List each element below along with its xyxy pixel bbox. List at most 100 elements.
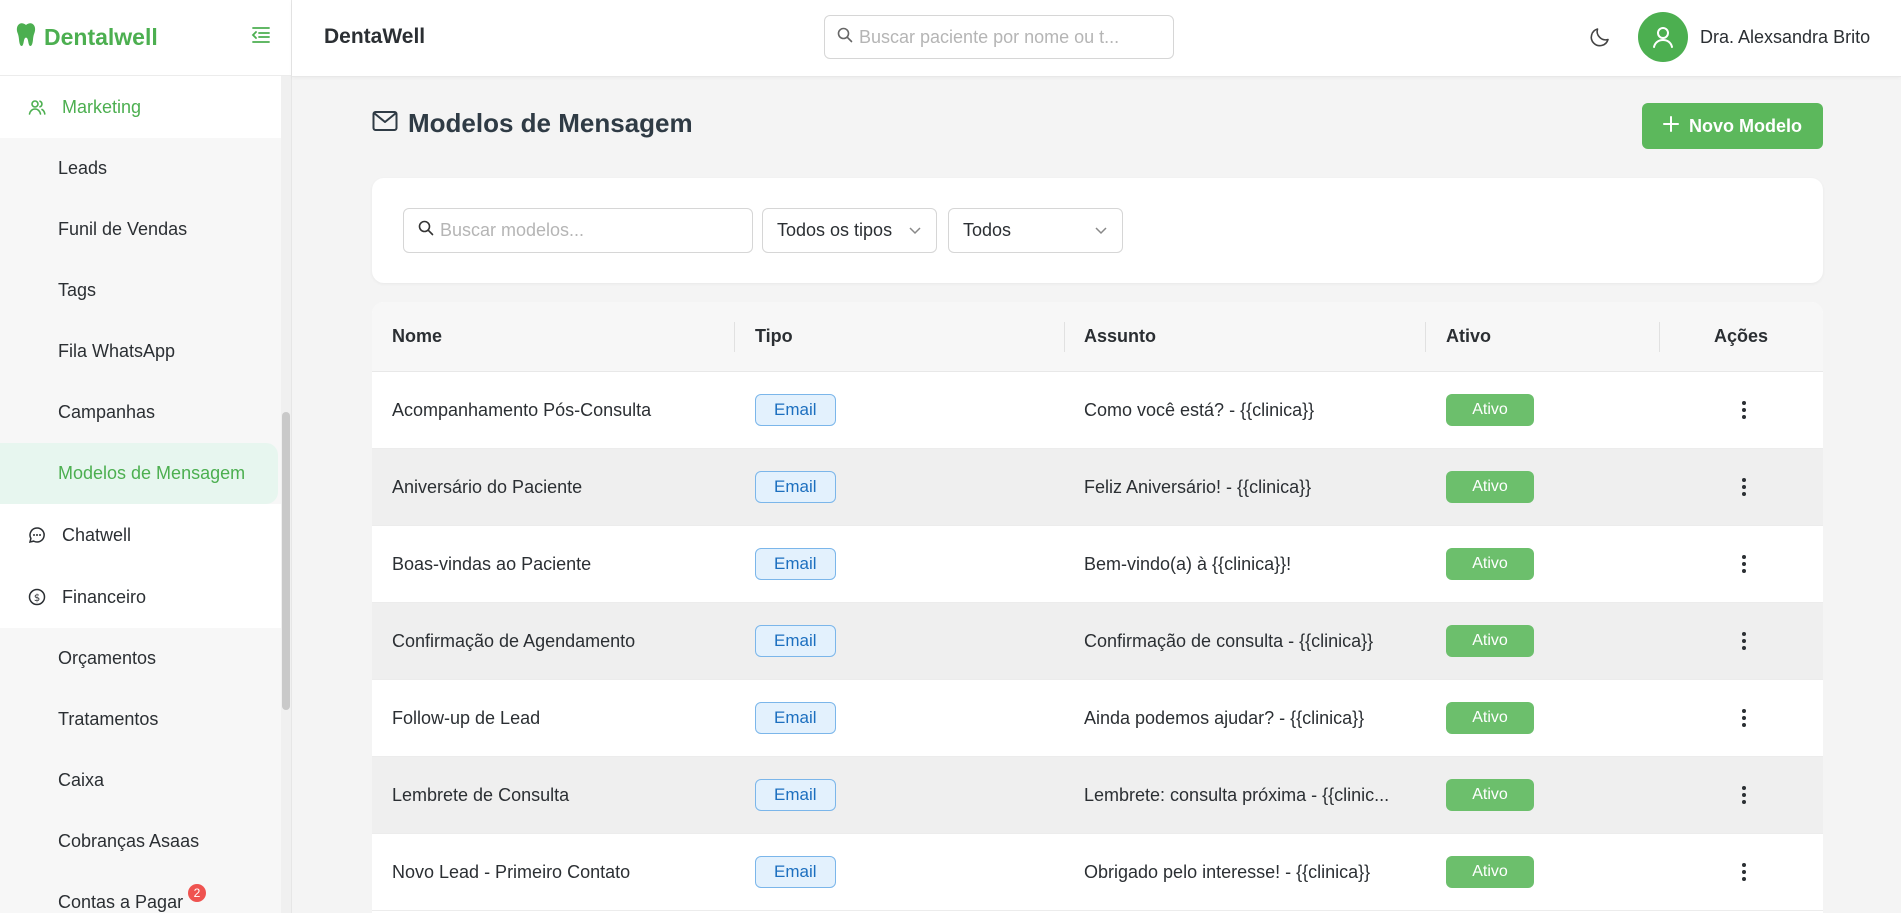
cell-assunto: Ainda podemos ajudar? - {{clinica}} xyxy=(1084,707,1365,728)
more-actions-icon[interactable] xyxy=(1732,860,1756,884)
sidebar-item-cobrancas-asaas[interactable]: Cobranças Asaas xyxy=(0,811,282,872)
sidebar-item-campanhas[interactable]: Campanhas xyxy=(0,382,282,443)
column-header-assunto[interactable]: Assunto xyxy=(1084,326,1156,347)
sidebar-item-contas-a-pagar[interactable]: Contas a Pagar 2 xyxy=(0,872,282,913)
dark-mode-toggle-icon[interactable] xyxy=(1588,25,1612,54)
status-badge[interactable]: Ativo xyxy=(1446,471,1534,503)
sidebar-item-caixa[interactable]: Caixa xyxy=(0,750,282,811)
table-row[interactable]: Confirmação de Agendamento Email Confirm… xyxy=(372,603,1823,680)
column-header-tipo[interactable]: Tipo xyxy=(755,326,793,347)
status-badge[interactable]: Ativo xyxy=(1446,625,1534,657)
chevron-down-icon xyxy=(1094,220,1108,241)
cell-assunto: Lembrete: consulta próxima - {{clinic... xyxy=(1084,784,1390,805)
cell-acoes xyxy=(1732,757,1756,833)
patient-search[interactable] xyxy=(824,15,1174,59)
more-actions-icon[interactable] xyxy=(1732,706,1756,730)
column-divider xyxy=(1425,322,1426,352)
sidebar-group-marketing[interactable]: Marketing xyxy=(0,76,282,138)
status-filter-select[interactable]: Todos xyxy=(948,208,1123,253)
new-template-label: Novo Modelo xyxy=(1689,115,1802,136)
template-search-input[interactable] xyxy=(440,220,740,241)
sidebar-menu: Marketing Leads Funil de Vendas Tags Fil… xyxy=(0,76,282,913)
new-template-button[interactable]: Novo Modelo xyxy=(1642,103,1823,149)
cell-tipo: Email xyxy=(755,372,836,448)
sidebar-group-chatwell[interactable]: Chatwell xyxy=(0,504,282,566)
cell-nome: Confirmação de Agendamento xyxy=(392,630,636,651)
sidebar-item-modelos-de-mensagem[interactable]: Modelos de Mensagem xyxy=(0,443,278,504)
cell-assunto: Bem-vindo(a) à {{clinica}}! xyxy=(1084,553,1292,574)
column-header-acoes: Ações xyxy=(1714,326,1769,346)
user-name: Dra. Alexsandra Brito xyxy=(1700,26,1871,47)
user-menu[interactable]: Dra. Alexsandra Brito xyxy=(1638,12,1870,62)
table-body: Acompanhamento Pós-Consulta Email Como v… xyxy=(372,372,1823,911)
page-header: Modelos de Mensagem xyxy=(372,108,693,139)
page-title: Modelos de Mensagem xyxy=(408,108,693,138)
more-actions-icon[interactable] xyxy=(1732,398,1756,422)
search-icon xyxy=(418,220,434,241)
type-chip: Email xyxy=(755,779,836,811)
filters-panel: Todos os tipos Todos xyxy=(372,178,1823,283)
column-divider xyxy=(1659,322,1660,352)
sidebar-group-financeiro[interactable]: $ Financeiro xyxy=(0,566,282,628)
plus-icon xyxy=(1663,115,1679,137)
cell-acoes xyxy=(1732,526,1756,602)
cell-tipo: Email xyxy=(755,834,836,910)
template-search[interactable] xyxy=(403,208,753,253)
type-chip: Email xyxy=(755,625,836,657)
brand-name: Dentalwell xyxy=(44,24,158,50)
cell-ativo: Ativo xyxy=(1446,834,1534,910)
cell-tipo: Email xyxy=(755,680,836,756)
sidebar-item-leads[interactable]: Leads xyxy=(0,138,282,199)
cell-assunto: Como você está? - {{clinica}} xyxy=(1084,399,1315,420)
cell-ativo: Ativo xyxy=(1446,526,1534,602)
sidebar-item-funil-de-vendas[interactable]: Funil de Vendas xyxy=(0,199,282,260)
cell-ativo: Ativo xyxy=(1446,449,1534,525)
table-row[interactable]: Follow-up de Lead Email Ainda podemos aj… xyxy=(372,680,1823,757)
cell-acoes xyxy=(1732,834,1756,910)
sidebar-item-label: Contas a Pagar xyxy=(58,892,184,912)
cell-nome: Follow-up de Lead xyxy=(392,707,541,728)
collapse-sidebar-icon[interactable] xyxy=(251,26,271,49)
status-badge[interactable]: Ativo xyxy=(1446,856,1534,888)
sidebar: Dentalwell Marketing Leads Funil de Vend… xyxy=(0,0,292,913)
sidebar-scrollbar-thumb[interactable] xyxy=(282,412,290,710)
more-actions-icon[interactable] xyxy=(1732,552,1756,576)
patient-search-input[interactable] xyxy=(859,26,1159,48)
status-filter-value: Todos xyxy=(963,220,1012,240)
sidebar-item-orcamentos[interactable]: Orçamentos xyxy=(0,628,282,689)
sidebar-item-tratamentos[interactable]: Tratamentos xyxy=(0,689,282,750)
type-chip: Email xyxy=(755,702,836,734)
more-actions-icon[interactable] xyxy=(1732,475,1756,499)
status-badge[interactable]: Ativo xyxy=(1446,779,1534,811)
status-badge[interactable]: Ativo xyxy=(1446,702,1534,734)
cell-nome: Lembrete de Consulta xyxy=(392,784,570,805)
tooth-icon xyxy=(14,22,38,53)
cell-tipo: Email xyxy=(755,603,836,679)
type-filter-value: Todos os tipos xyxy=(777,220,893,240)
more-actions-icon[interactable] xyxy=(1732,783,1756,807)
avatar[interactable] xyxy=(1638,12,1688,62)
table-row[interactable]: Lembrete de Consulta Email Lembrete: con… xyxy=(372,757,1823,834)
mail-icon xyxy=(372,110,398,137)
column-divider xyxy=(1064,322,1065,352)
more-actions-icon[interactable] xyxy=(1732,629,1756,653)
table-row[interactable]: Aniversário do Paciente Email Feliz Aniv… xyxy=(372,449,1823,526)
cell-nome: Novo Lead - Primeiro Contato xyxy=(392,861,631,882)
cell-acoes xyxy=(1732,372,1756,448)
column-header-nome[interactable]: Nome xyxy=(392,326,442,347)
status-badge[interactable]: Ativo xyxy=(1446,394,1534,426)
sidebar-group-label: Financeiro xyxy=(62,586,147,607)
brand-logo[interactable]: Dentalwell xyxy=(14,22,158,53)
table-row[interactable]: Boas-vindas ao Paciente Email Bem-vindo(… xyxy=(372,526,1823,603)
table-row[interactable]: Acompanhamento Pós-Consulta Email Como v… xyxy=(372,372,1823,449)
table-row[interactable]: Novo Lead - Primeiro Contato Email Obrig… xyxy=(372,834,1823,911)
users-icon xyxy=(28,98,46,116)
sidebar-item-tags[interactable]: Tags xyxy=(0,260,282,321)
cell-ativo: Ativo xyxy=(1446,372,1534,448)
status-badge[interactable]: Ativo xyxy=(1446,548,1534,580)
type-filter-select[interactable]: Todos os tipos xyxy=(762,208,937,253)
cell-ativo: Ativo xyxy=(1446,757,1534,833)
sidebar-item-fila-whatsapp[interactable]: Fila WhatsApp xyxy=(0,321,282,382)
app-title: DentaWell xyxy=(324,25,426,48)
column-header-ativo[interactable]: Ativo xyxy=(1446,326,1491,347)
